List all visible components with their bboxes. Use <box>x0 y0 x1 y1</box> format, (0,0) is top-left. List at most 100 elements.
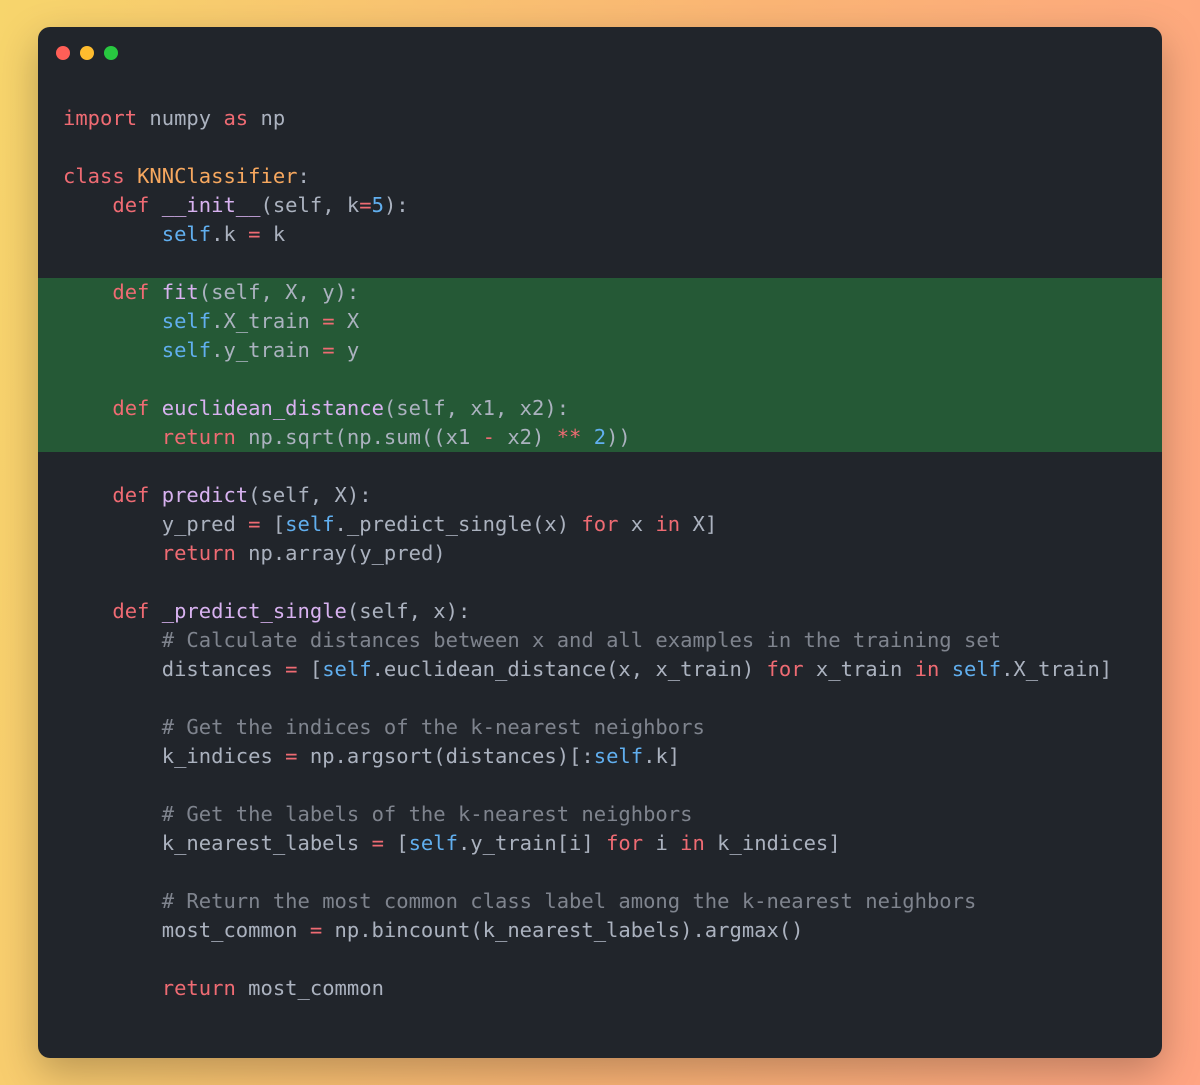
code-line: ​ <box>38 249 1162 278</box>
code-token-plain: .k <box>211 222 249 246</box>
code-line: def euclidean_distance(self, x1, x2): <box>38 394 1162 423</box>
code-token-plain: .k] <box>643 744 681 768</box>
code-token-funcname: fit <box>161 280 199 304</box>
code-token-selfc: self <box>322 657 372 681</box>
code-token-plain: .euclidean_distance(x, x_train) <box>371 657 767 681</box>
code-line: # Get the indices of the k-nearest neigh… <box>38 713 1162 742</box>
code-block[interactable]: import numpy as np​class KNNClassifier: … <box>38 104 1162 1003</box>
close-dot-icon[interactable] <box>56 46 70 60</box>
code-token-plain: np.bincount(k_nearest_labels).argmax() <box>322 918 804 942</box>
code-token-keyword: def <box>112 483 150 507</box>
code-token-operator: = <box>371 831 384 855</box>
code-token-selfc: self <box>593 744 644 768</box>
code-token-plain: [ <box>297 657 323 681</box>
code-token-operator: - <box>482 425 495 449</box>
code-token-plain: numpy <box>137 106 224 130</box>
code-token-plain: ._predict_single(x) <box>334 512 582 536</box>
code-line: def predict(self, X): <box>38 481 1162 510</box>
code-token-operator: = <box>322 338 335 362</box>
code-line: def _predict_single(self, x): <box>38 597 1162 626</box>
code-token-plain: [ <box>383 831 409 855</box>
code-token-operator: = <box>285 657 298 681</box>
code-token-plain: X <box>334 309 360 333</box>
code-token-keyword: as <box>223 106 249 130</box>
code-token-plain: X] <box>680 512 718 536</box>
code-line: ​ <box>38 684 1162 713</box>
code-token-plain: k <box>260 222 286 246</box>
code-token-plain: ): <box>383 193 409 217</box>
code-line: y_pred = [self._predict_single(x) for x … <box>38 510 1162 539</box>
code-line: import numpy as np <box>38 104 1162 133</box>
code-line: self.k = k <box>38 220 1162 249</box>
code-line: ​ <box>38 945 1162 974</box>
code-token-keyword: return <box>161 541 236 565</box>
code-token-plain: (self, X, y): <box>198 280 360 304</box>
code-token-keyword: in <box>914 657 940 681</box>
code-token-funcname: euclidean_distance <box>161 396 384 420</box>
code-token-plain: x_train <box>803 657 915 681</box>
code-token-plain: .y_train <box>211 338 323 362</box>
code-token-plain: np <box>248 106 286 130</box>
code-token-keyword: def <box>112 396 150 420</box>
code-token-operator: = <box>248 222 261 246</box>
code-token-operator: = <box>285 744 298 768</box>
code-line: ​ <box>38 365 1162 394</box>
code-token-plain: x <box>618 512 656 536</box>
code-line: def fit(self, X, y): <box>38 278 1162 307</box>
code-token-keyword: in <box>655 512 681 536</box>
code-token-keyword: for <box>581 512 619 536</box>
code-line: return most_common <box>38 974 1162 1003</box>
code-token-operator: = <box>248 512 261 536</box>
code-token-selfc: self <box>285 512 335 536</box>
code-token-keyword: return <box>161 976 236 1000</box>
code-token-operator: ** <box>556 425 582 449</box>
code-token-plain: y_pred <box>63 512 249 536</box>
code-token-plain: (self, k <box>260 193 360 217</box>
code-line: ​ <box>38 568 1162 597</box>
code-token-comment: # Return the most common class label amo… <box>161 889 977 913</box>
code-line: distances = [self.euclidean_distance(x, … <box>38 655 1162 684</box>
code-token-plain: (self, X): <box>248 483 372 507</box>
code-line: ​ <box>38 452 1162 481</box>
code-token-selfc: self <box>951 657 1002 681</box>
code-token-plain: .y_train[i] <box>457 831 607 855</box>
code-token-plain: .X_train] <box>1001 657 1113 681</box>
code-token-operator: = <box>322 309 335 333</box>
code-line: ​ <box>38 133 1162 162</box>
code-token-number: 2 <box>593 425 607 449</box>
code-line: def __init__(self, k=5): <box>38 191 1162 220</box>
code-line: # Calculate distances between x and all … <box>38 626 1162 655</box>
code-token-number: 5 <box>371 193 384 217</box>
code-line: return np.sqrt(np.sum((x1 - x2) ** 2)) <box>38 423 1162 452</box>
code-token-plain: x2) <box>495 425 557 449</box>
maximize-dot-icon[interactable] <box>104 46 118 60</box>
code-token-keyword: def <box>112 599 150 623</box>
code-line: class KNNClassifier: <box>38 162 1162 191</box>
code-token-comment: # Get the indices of the k-nearest neigh… <box>161 715 705 739</box>
window-controls <box>56 46 118 60</box>
code-token-plain: k_indices] <box>704 831 841 855</box>
code-line: most_common = np.bincount(k_nearest_labe… <box>38 916 1162 945</box>
code-token-operator: = <box>309 918 323 942</box>
minimize-dot-icon[interactable] <box>80 46 94 60</box>
code-token-keyword: import <box>63 106 138 130</box>
code-token-plain: )) <box>606 425 631 449</box>
code-token-selfc: self <box>161 338 212 362</box>
code-line: k_nearest_labels = [self.y_train[i] for … <box>38 829 1162 858</box>
code-token-plain: k_nearest_labels <box>63 831 372 855</box>
code-token-funcname: __init__ <box>161 193 261 217</box>
code-line: ​ <box>38 858 1162 887</box>
code-line: self.y_train = y <box>38 336 1162 365</box>
